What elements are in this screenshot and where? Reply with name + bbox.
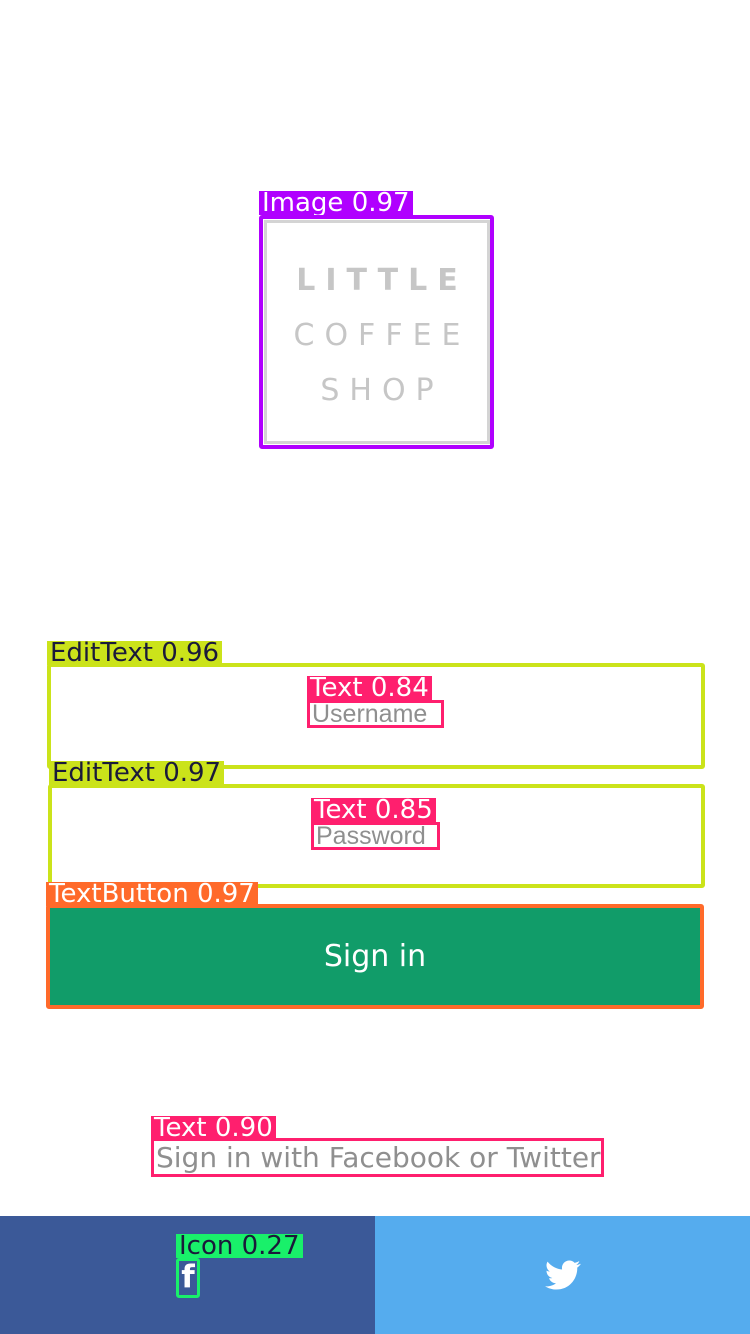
twitter-icon: [545, 1260, 581, 1290]
password-text-detection-label: Text 0.85: [311, 797, 436, 823]
logo-word-shop: SHOP: [320, 373, 444, 408]
social-caption-detection-label: Text 0.90: [151, 1115, 276, 1141]
logo-word-little: LITTLE: [296, 263, 468, 298]
password-placeholder: Password: [311, 822, 440, 850]
signin-button[interactable]: Sign in: [50, 908, 700, 1005]
username-detection-label: EditText 0.96: [47, 640, 223, 666]
logo-word-coffee: COFFEE: [293, 318, 471, 353]
facebook-icon: f: [176, 1258, 200, 1298]
username-text-detection-label: Text 0.84: [307, 675, 432, 701]
facebook-icon-detection-label: Icon 0.27: [176, 1233, 303, 1259]
signin-detection-label: TextButton 0.97: [46, 881, 258, 907]
username-placeholder: Username: [307, 700, 444, 728]
logo-image: LITTLE COFFEE SHOP: [264, 220, 490, 444]
social-signin-caption: Sign in with Facebook or Twitter: [151, 1138, 604, 1177]
logo-detection-label: Image 0.97: [259, 190, 413, 216]
password-detection-label: EditText 0.97: [49, 760, 225, 786]
